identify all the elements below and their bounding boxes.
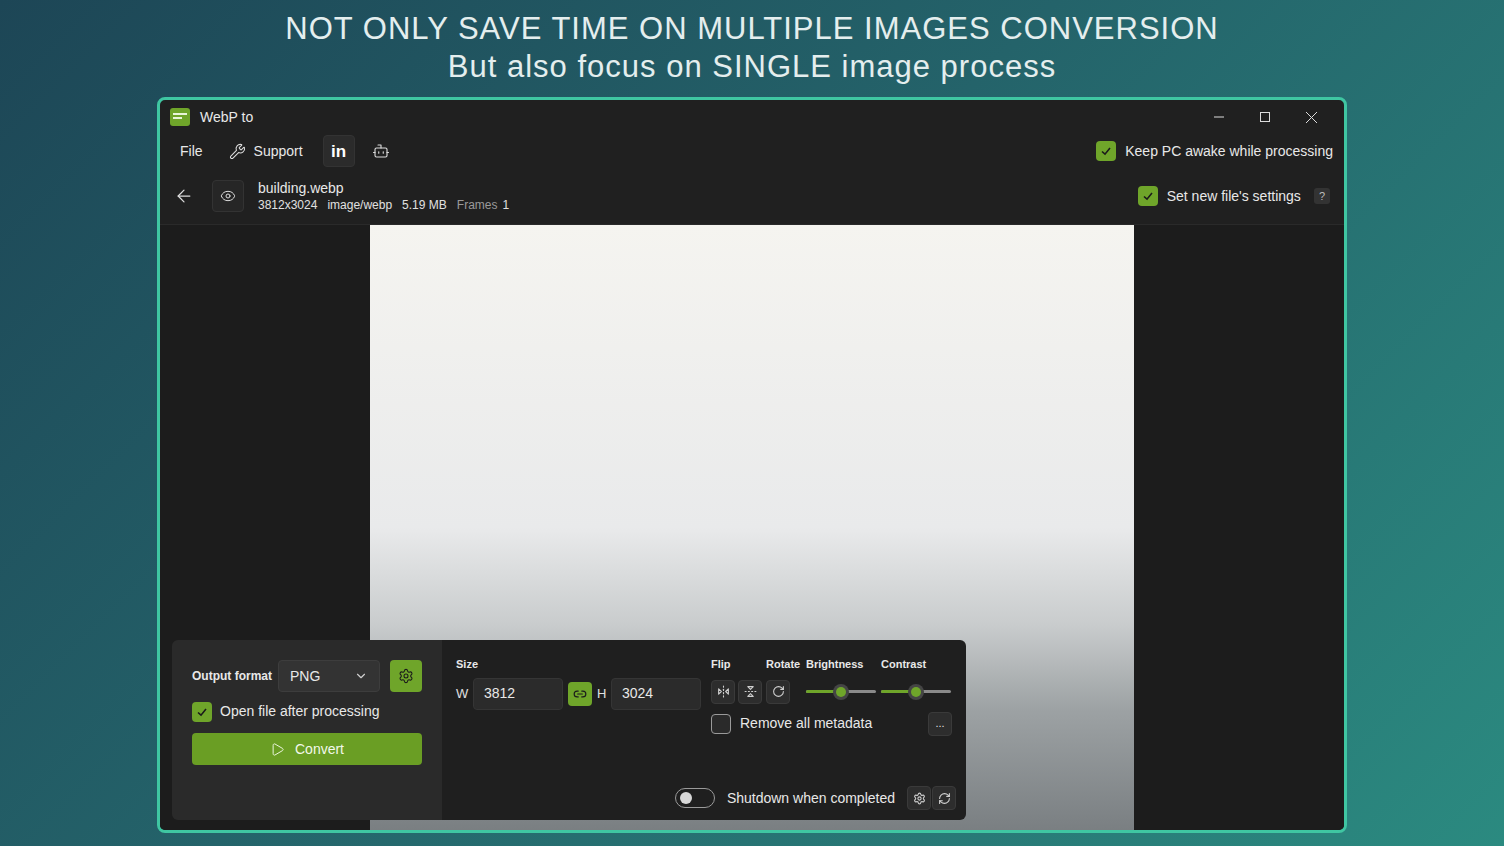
minimize-icon: [1214, 112, 1224, 122]
slider-label: Brightness: [806, 656, 881, 673]
width-input[interactable]: 3812: [473, 678, 563, 710]
headline: NOT ONLY SAVE TIME ON MULTIPLE IMAGES CO…: [285, 0, 1218, 97]
preview-button[interactable]: [212, 180, 244, 212]
window-controls: [1196, 102, 1334, 132]
slider[interactable]: [881, 684, 951, 700]
height-input[interactable]: 3024: [611, 678, 701, 710]
shutdown-row: Shutdown when completed: [456, 786, 956, 810]
close-icon: [1306, 112, 1317, 123]
slider-thumb[interactable]: [833, 684, 849, 700]
set-new-settings[interactable]: Set new file's settings?: [1138, 186, 1330, 207]
remove-metadata[interactable]: Remove all metadata: [711, 713, 928, 734]
minimize-button[interactable]: [1196, 102, 1242, 132]
play-icon: [270, 742, 285, 757]
rotate-icon: [772, 685, 785, 698]
app-window: WebP to File Support in Keep PC awake while …: [157, 97, 1347, 833]
refresh-icon: [938, 792, 951, 805]
preview-area: Output formatPNG Open file after processi…: [160, 225, 1344, 830]
output-section: Output formatPNG Open file after processi…: [172, 640, 442, 820]
menu-bar: File Support in Keep PC awake while process…: [160, 134, 1344, 168]
link-ratio-button[interactable]: [568, 682, 592, 706]
app-logo-icon: [170, 108, 190, 126]
size-label: Size: [456, 656, 711, 673]
rotate-label: Rotate: [766, 656, 806, 673]
eye-icon: [220, 188, 236, 204]
slider-thumb[interactable]: [908, 684, 924, 700]
file-type: image/webp: [327, 197, 392, 213]
title-bar: WebP to: [160, 100, 1344, 134]
frames-count: 1: [502, 197, 509, 213]
check-icon: [1142, 190, 1154, 202]
flip-horizontal-icon: [717, 685, 730, 698]
back-arrow-icon[interactable]: [174, 186, 194, 206]
page: NOT ONLY SAVE TIME ON MULTIPLE IMAGES CO…: [0, 0, 1504, 846]
file-info: building.webp3812x3024 image/webp 5.19 MB F…: [258, 179, 509, 213]
width-label: W: [456, 684, 473, 704]
output-format-select[interactable]: PNG: [278, 660, 380, 692]
open-after-checkbox[interactable]: [192, 702, 212, 722]
menu-item[interactable]: Support: [221, 141, 311, 162]
linkedin-button[interactable]: in: [323, 135, 355, 167]
gear-icon: [913, 792, 926, 805]
chevron-down-icon: [354, 669, 368, 683]
keep-awake-checkbox[interactable]: [1096, 141, 1116, 161]
bot-icon: [372, 142, 390, 160]
flip-label: Flip: [711, 656, 766, 673]
more-button[interactable]: ...: [928, 712, 952, 736]
headline-line2: But also focus on SINGLE image process: [448, 48, 1056, 86]
flip-horizontal-button[interactable]: [711, 680, 735, 704]
flip-vertical-button[interactable]: [738, 680, 762, 704]
transform-group: FlipRotateBrightnessContrast Remove all m…: [711, 656, 956, 736]
output-format-label: Output format: [192, 667, 278, 685]
rotate-button[interactable]: [766, 680, 790, 704]
set-new-settings-checkbox[interactable]: [1138, 186, 1158, 206]
maximize-button[interactable]: [1242, 102, 1288, 132]
linkedin-icon: in: [331, 143, 346, 160]
file-size: 5.19 MB: [402, 197, 447, 213]
control-panel: Output formatPNG Open file after processi…: [172, 640, 966, 820]
link-icon: [573, 687, 587, 701]
window-title: WebP to: [200, 107, 253, 128]
file-dimensions: 3812x3024: [258, 197, 317, 213]
remove-metadata-checkbox[interactable]: [711, 714, 731, 734]
check-icon: [1100, 145, 1112, 157]
flip-vertical-icon: [744, 685, 757, 698]
help-badge[interactable]: ?: [1314, 188, 1330, 204]
frames-label: Frames: [457, 197, 498, 213]
extension-button[interactable]: [365, 135, 397, 167]
adjust-section: Size W3812 H3024 FlipRotateBrightnessContra…: [442, 640, 966, 820]
maximize-icon: [1260, 112, 1270, 122]
close-button[interactable]: [1288, 102, 1334, 132]
convert-button[interactable]: Convert: [192, 733, 422, 765]
open-after[interactable]: Open file after processing: [192, 701, 422, 722]
slider-label: Contrast: [881, 656, 956, 673]
menu-item[interactable]: File: [170, 141, 213, 162]
wrench-icon: [229, 143, 246, 160]
slider[interactable]: [806, 684, 876, 700]
format-settings-button[interactable]: [390, 660, 422, 692]
file-bar: building.webp3812x3024 image/webp 5.19 MB F…: [160, 168, 1344, 225]
gear-icon: [398, 668, 414, 684]
file-name: building.webp: [258, 179, 509, 197]
shutdown-label: Shutdown when completed: [727, 788, 895, 809]
height-label: H: [597, 684, 611, 704]
reset-button[interactable]: [932, 786, 956, 810]
shutdown-toggle[interactable]: [675, 788, 715, 808]
size-group: Size W3812 H3024: [456, 656, 711, 736]
headline-line1: NOT ONLY SAVE TIME ON MULTIPLE IMAGES CO…: [285, 10, 1218, 48]
keep-awake[interactable]: Keep PC awake while processing: [1096, 141, 1334, 162]
check-icon: [196, 706, 208, 718]
shutdown-settings-button[interactable]: [907, 786, 931, 810]
